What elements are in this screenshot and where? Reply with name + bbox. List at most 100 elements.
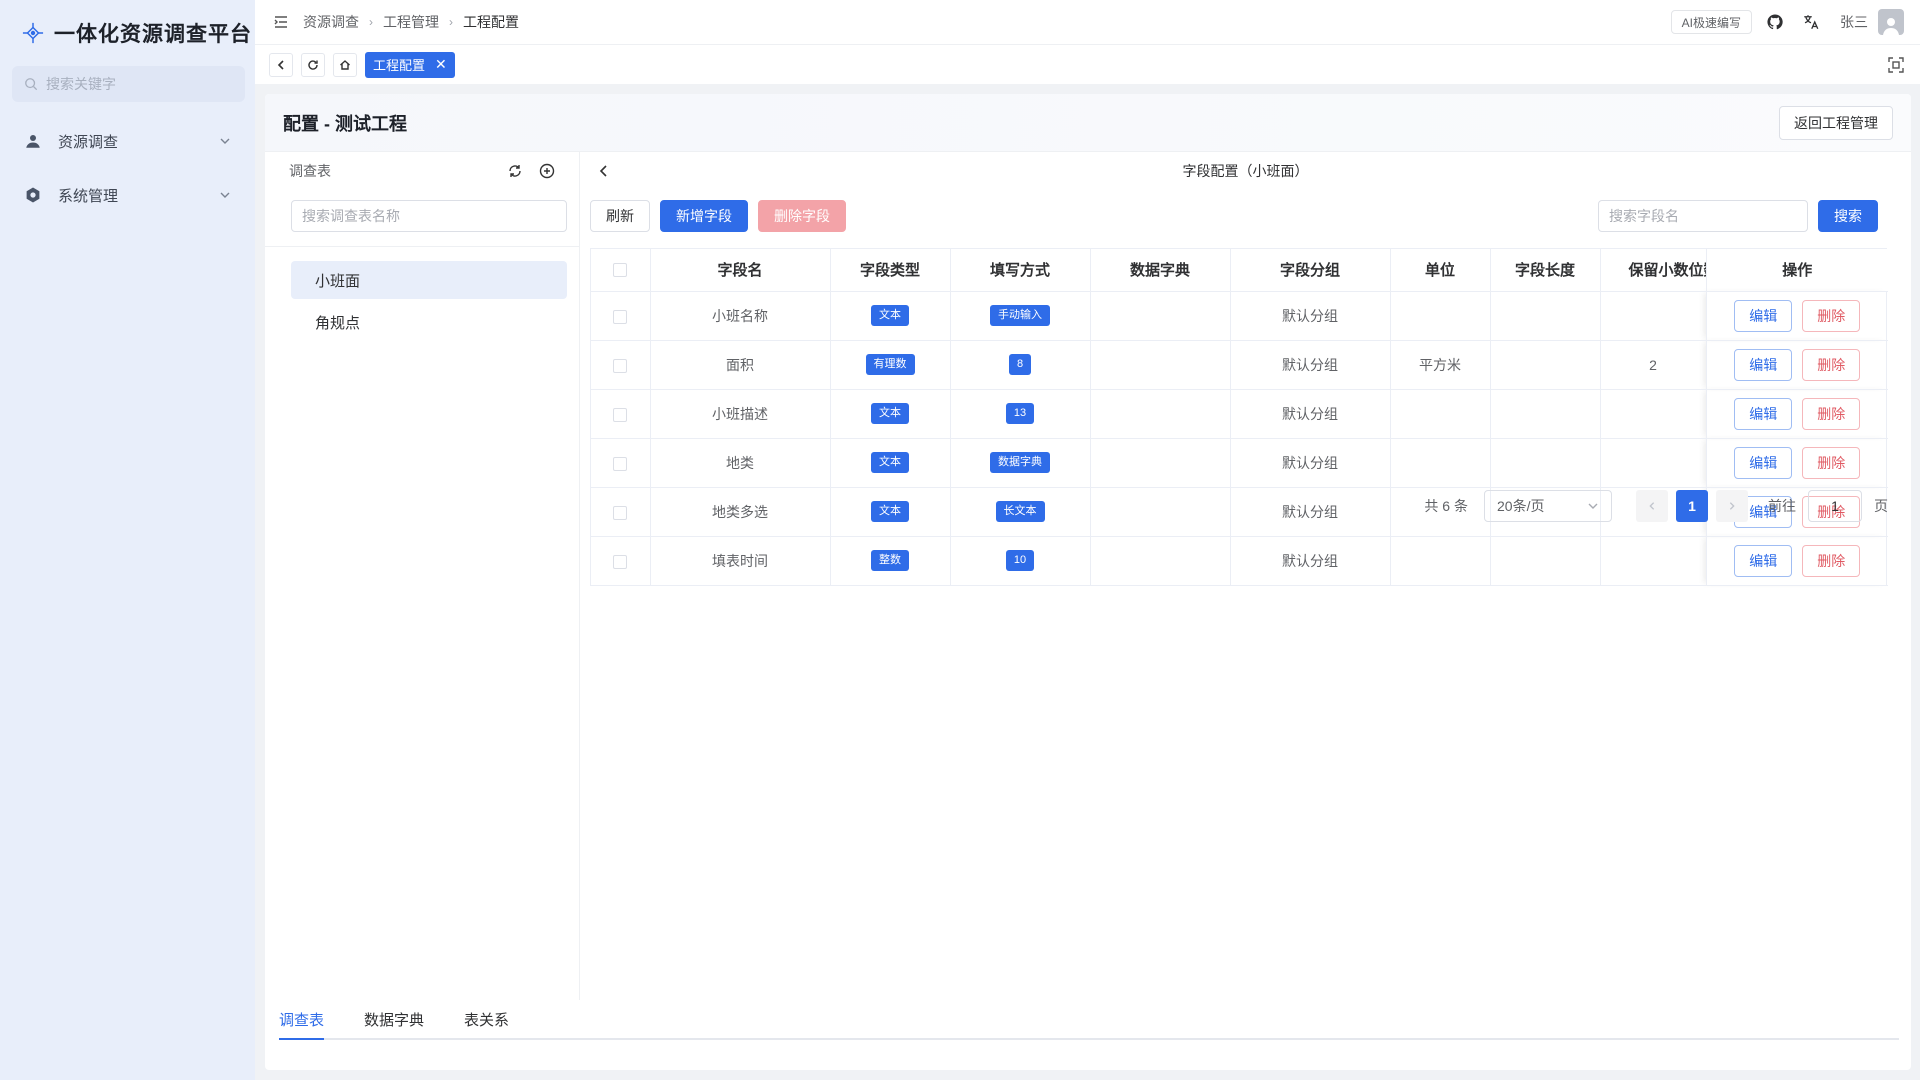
tab-survey-table[interactable]: 调查表 (279, 1009, 325, 1040)
field-search-field[interactable] (1598, 200, 1808, 232)
column-header: 字段类型 (830, 249, 951, 292)
group-cell: 默认分组 (1230, 536, 1391, 586)
sidebar-item-label: 资源调查 (58, 133, 119, 151)
home-button[interactable] (333, 52, 357, 77)
decimals-cell (1600, 291, 1707, 341)
select-all-checkbox[interactable] (613, 263, 628, 278)
breadcrumb-item[interactable]: 资源调查 (303, 12, 359, 32)
column-header: 操作 (1706, 249, 1888, 292)
list-item[interactable]: 角规点 (291, 303, 567, 341)
field-name-cell: 小班名称 (650, 291, 831, 341)
delete-field-button[interactable]: 删除字段 (758, 200, 846, 232)
breadcrumb: 资源调查 › 工程管理 › 工程配置 (303, 12, 519, 32)
column-header: 字段长度 (1490, 249, 1601, 292)
tab-table-relations[interactable]: 表关系 (464, 1009, 509, 1038)
row-checkbox[interactable] (613, 309, 628, 324)
operations-cell: 编辑 删除 (1706, 438, 1888, 488)
operations-cell: 编辑 删除 (1706, 389, 1888, 439)
field-type-cell: 整数 (830, 536, 951, 586)
edit-button[interactable]: 编辑 (1734, 348, 1793, 381)
edit-button[interactable]: 编辑 (1734, 397, 1793, 430)
chevron-down-icon (220, 192, 230, 198)
next-page-button[interactable] (1716, 490, 1748, 522)
survey-table-search-field[interactable] (291, 200, 567, 232)
group-cell: 默认分组 (1230, 438, 1391, 488)
search-icon (25, 78, 38, 91)
menu-collapse-icon[interactable] (273, 14, 289, 30)
field-type-cell: 文本 (830, 291, 951, 341)
breadcrumb-separator-icon: › (369, 15, 373, 29)
delete-button[interactable]: 删除 (1802, 544, 1861, 577)
search-button[interactable]: 搜索 (1818, 200, 1878, 232)
edit-button[interactable]: 编辑 (1734, 544, 1793, 577)
page-header: 配置 - 测试工程 返回工程管理 (265, 94, 1911, 152)
refresh-icon[interactable] (507, 163, 523, 179)
survey-table-header: 调查表 (265, 152, 579, 190)
row-select-cell (591, 389, 651, 439)
column-header: 数据字典 (1090, 249, 1231, 292)
field-name-cell: 填表时间 (650, 536, 831, 586)
avatar[interactable] (1878, 9, 1904, 35)
row-checkbox[interactable] (613, 358, 628, 373)
fill-mode-tag: 13 (1005, 402, 1035, 425)
goto-page-input[interactable]: 1 (1808, 490, 1862, 522)
github-icon[interactable] (1766, 13, 1784, 31)
field-search-input[interactable] (1609, 208, 1807, 224)
topbar: 资源调查 › 工程管理 › 工程配置 AI极速编写 张三 (255, 0, 1920, 44)
row-checkbox[interactable] (613, 505, 628, 520)
add-field-button[interactable]: 新增字段 (660, 200, 748, 232)
decimals-cell (1600, 536, 1707, 586)
row-select-cell (591, 340, 651, 390)
length-cell (1490, 291, 1601, 341)
dict-cell (1090, 340, 1231, 390)
chevron-left-icon (1649, 502, 1655, 510)
logo-icon (22, 22, 44, 44)
sidebar-item-system-management[interactable]: 系统管理 (0, 170, 255, 220)
list-item[interactable]: 小班面 (291, 261, 567, 299)
page-size-select[interactable]: 20条/页 (1484, 490, 1612, 522)
unit-cell: 平方米 (1390, 340, 1491, 390)
select-all-cell (591, 249, 651, 292)
edit-button[interactable]: 编辑 (1734, 299, 1793, 332)
add-circle-icon[interactable] (539, 163, 555, 179)
back-to-project-button[interactable]: 返回工程管理 (1779, 105, 1893, 140)
prev-page-button[interactable] (1636, 490, 1668, 522)
table-row: 小班名称 文本 手动输入 默认分组 编辑 删除 (591, 291, 1888, 341)
tab-project-config[interactable]: 工程配置 ✕ (365, 51, 455, 78)
delete-button[interactable]: 删除 (1802, 397, 1861, 430)
table-row: 面积 有理数 8 默认分组 平方米 2 编辑 删除 (591, 340, 1888, 390)
delete-button[interactable]: 删除 (1802, 299, 1861, 332)
row-checkbox[interactable] (613, 554, 628, 569)
page-suffix: 页 (1874, 498, 1888, 514)
row-checkbox[interactable] (613, 407, 628, 422)
fill-mode-tag: 数据字典 (990, 451, 1050, 474)
survey-table-search-input[interactable] (302, 208, 566, 224)
back-button[interactable] (269, 52, 293, 77)
goto-label: 前往 (1768, 498, 1796, 514)
sidebar-search-input[interactable]: 搜索关键字 (12, 66, 245, 102)
delete-button[interactable]: 删除 (1802, 348, 1861, 381)
chevron-left-icon[interactable] (596, 163, 612, 179)
fill-mode-tag: 8 (1008, 353, 1032, 376)
reload-button[interactable] (301, 52, 325, 77)
edit-button[interactable]: 编辑 (1734, 446, 1793, 479)
close-icon[interactable]: ✕ (435, 56, 447, 73)
decimals-cell: 2 (1600, 340, 1707, 390)
breadcrumb-item[interactable]: 工程管理 (383, 12, 439, 32)
dict-cell (1090, 536, 1231, 586)
sidebar-item-resource-survey[interactable]: 资源调查 (0, 116, 255, 166)
page-number-button[interactable]: 1 (1676, 490, 1708, 522)
fill-mode-cell: 8 (950, 340, 1091, 390)
tab-data-dictionary[interactable]: 数据字典 (364, 1009, 424, 1038)
delete-button[interactable]: 删除 (1802, 446, 1861, 479)
unit-cell (1390, 438, 1491, 488)
fullscreen-icon[interactable] (1888, 57, 1904, 73)
refresh-button[interactable]: 刷新 (590, 200, 650, 232)
row-checkbox[interactable] (613, 456, 628, 471)
ai-button[interactable]: AI极速编写 (1670, 10, 1752, 34)
user-name[interactable]: 张三 (1840, 12, 1868, 32)
fill-mode-cell: 10 (950, 536, 1091, 586)
field-type-tag: 文本 (871, 500, 909, 523)
translate-icon[interactable] (1802, 13, 1820, 31)
column-header: 填写方式 (950, 249, 1091, 292)
